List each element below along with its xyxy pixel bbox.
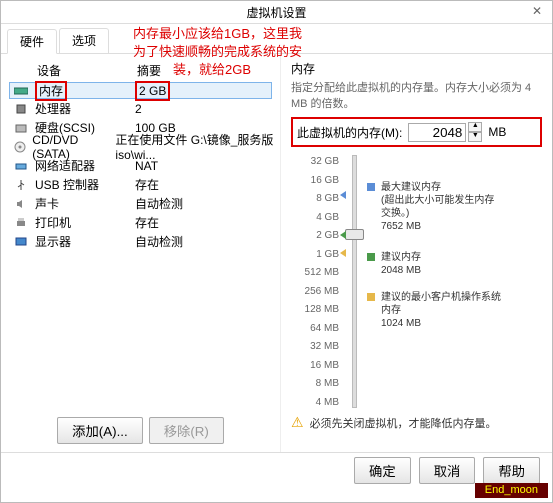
- display-icon: [13, 235, 29, 249]
- add-button[interactable]: 添加(A)...: [57, 417, 143, 444]
- device-row[interactable]: 打印机存在: [9, 213, 280, 232]
- memory-icon: [13, 84, 29, 98]
- device-row[interactable]: 显示器自动检测: [9, 232, 280, 251]
- device-name: 显示器: [35, 233, 135, 250]
- device-row[interactable]: CD/DVD (SATA)正在使用文件 G:\镜像_服务版iso\wi...: [9, 137, 280, 156]
- tick-label: 64 MB: [291, 320, 339, 339]
- device-list: 设备 摘要 内存2 GB处理器2硬盘(SCSI)100 GBCD/DVD (SA…: [1, 54, 281, 452]
- device-summary: 自动检测: [135, 233, 183, 250]
- device-summary: NAT: [135, 159, 158, 173]
- memory-spinner[interactable]: ▲▼: [468, 122, 482, 142]
- close-icon[interactable]: ✕: [526, 3, 548, 19]
- tick-label: 128 MB: [291, 301, 339, 320]
- rec-dot-icon: [367, 253, 375, 261]
- rec-value: 2048 MB: [381, 264, 421, 277]
- tab-hardware[interactable]: 硬件: [7, 29, 57, 54]
- rec-marker-icon: [340, 231, 346, 239]
- min-dot-icon: [367, 293, 375, 301]
- rec-label: 建议内存: [381, 251, 421, 264]
- tick-label: 4 GB: [291, 209, 339, 228]
- max-value: 7652 MB: [381, 220, 501, 233]
- device-summary: 正在使用文件 G:\镜像_服务版iso\wi...: [115, 131, 280, 162]
- memory-input[interactable]: [408, 123, 466, 142]
- device-name: 声卡: [35, 195, 135, 212]
- tick-label: 8 MB: [291, 375, 339, 394]
- printer-icon: [13, 216, 29, 230]
- device-name: 内存: [35, 82, 135, 99]
- remove-button[interactable]: 移除(R): [149, 417, 224, 444]
- device-summary: 2: [135, 102, 142, 116]
- min-value: 1024 MB: [381, 317, 501, 330]
- tick-label: 512 MB: [291, 264, 339, 283]
- min-label: 建议的最小客户机操作系统内存: [381, 291, 501, 317]
- max-marker-icon: [340, 191, 346, 199]
- slider-thumb-icon[interactable]: [345, 229, 364, 240]
- cancel-button[interactable]: 取消: [419, 457, 476, 484]
- net-icon: [13, 159, 29, 173]
- tick-label: 32 GB: [291, 153, 339, 172]
- memory-field-row: 此虚拟机的内存(M): ▲▼ MB: [291, 117, 542, 147]
- memory-title: 内存: [291, 60, 542, 77]
- memory-slider[interactable]: [345, 155, 363, 412]
- tick-label: 2 GB: [291, 227, 339, 246]
- device-summary: 2 GB: [135, 84, 176, 98]
- warning-icon: ⚠: [291, 414, 304, 431]
- usb-icon: [13, 178, 29, 192]
- device-name: 处理器: [35, 100, 135, 117]
- cd-icon: [13, 140, 26, 154]
- device-row[interactable]: 声卡自动检测: [9, 194, 280, 213]
- ok-button[interactable]: 确定: [354, 457, 411, 484]
- annotation-text: 内存最小应该给1GB，这里我 为了快速顺畅的完成系统的安 装，就给2GB: [133, 25, 302, 79]
- warning-row: ⚠ 必须先关闭虚拟机，才能降低内存量。: [291, 414, 542, 431]
- device-name: 打印机: [35, 214, 135, 231]
- tab-options[interactable]: 选项: [59, 28, 109, 53]
- device-name: USB 控制器: [35, 176, 135, 193]
- disk-icon: [13, 121, 29, 135]
- tick-label: 1 GB: [291, 246, 339, 265]
- help-button[interactable]: 帮助: [483, 457, 540, 484]
- max-dot-icon: [367, 183, 375, 191]
- device-row[interactable]: USB 控制器存在: [9, 175, 280, 194]
- tick-label: 256 MB: [291, 283, 339, 302]
- device-summary: 存在: [135, 214, 159, 231]
- memory-field-label: 此虚拟机的内存(M):: [297, 124, 402, 141]
- tick-label: 4 MB: [291, 394, 339, 413]
- sound-icon: [13, 197, 29, 211]
- device-row[interactable]: 处理器2: [9, 99, 280, 118]
- device-row[interactable]: 内存2 GB: [9, 82, 272, 99]
- watermark: End_moon: [475, 483, 548, 498]
- memory-desc: 指定分配给此虚拟机的内存量。内存大小必须为 4 MB 的倍数。: [291, 79, 542, 111]
- warning-text: 必须先关闭虚拟机，才能降低内存量。: [310, 415, 497, 431]
- device-summary: 自动检测: [135, 195, 183, 212]
- tick-label: 16 MB: [291, 357, 339, 376]
- device-name: 网络适配器: [35, 157, 135, 174]
- col-device: 设备: [37, 62, 137, 79]
- memory-ticks: 32 GB16 GB8 GB4 GB2 GB1 GB512 MB256 MB12…: [291, 151, 339, 412]
- tick-label: 32 MB: [291, 338, 339, 357]
- tick-label: 16 GB: [291, 172, 339, 191]
- min-marker-icon: [340, 249, 346, 257]
- device-summary: 存在: [135, 176, 159, 193]
- tick-label: 8 GB: [291, 190, 339, 209]
- cpu-icon: [13, 102, 29, 116]
- window-title: 虚拟机设置: [246, 4, 306, 21]
- memory-unit: MB: [488, 125, 506, 139]
- max-label: 最大建议内存: [381, 181, 501, 194]
- max-note: (超出此大小可能发生内存交换。): [381, 194, 501, 220]
